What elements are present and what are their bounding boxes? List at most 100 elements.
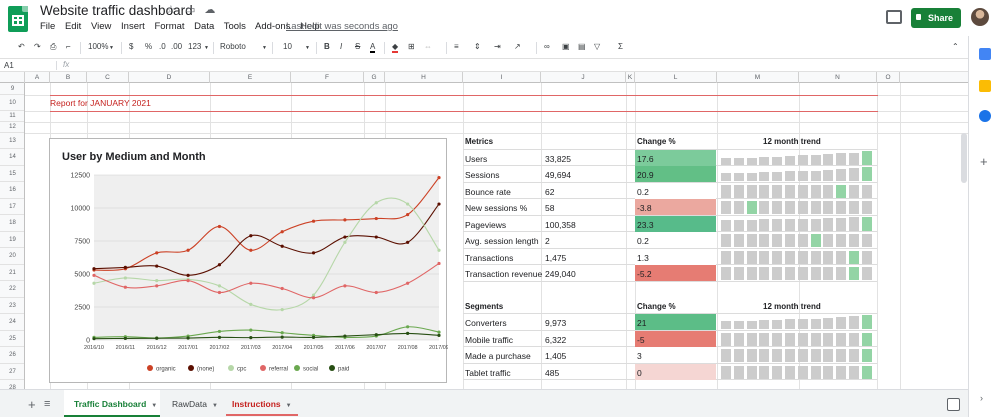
select-all-corner[interactable] — [0, 72, 25, 83]
col-header-i[interactable]: I — [463, 72, 541, 83]
table-row[interactable]: Pageviews 100,358 23.3 — [463, 215, 877, 232]
currency-button[interactable]: $ — [129, 42, 133, 51]
row-header[interactable]: 19 — [0, 232, 24, 248]
sheet-grid[interactable]: Report for JANUARY 2021 User by Medium a… — [25, 83, 968, 389]
menu-edit[interactable]: Edit — [65, 21, 81, 32]
horizontal-align-icon[interactable]: ≡ — [454, 42, 459, 51]
menu-insert[interactable]: Insert — [121, 21, 145, 32]
row-header[interactable]: 11 — [0, 111, 24, 122]
functions-icon[interactable]: Σ — [618, 42, 623, 51]
row-header[interactable]: 23 — [0, 298, 24, 314]
col-header-j[interactable]: J — [541, 72, 626, 83]
row-header[interactable]: 10 — [0, 95, 24, 111]
row-header[interactable]: 28 — [0, 380, 24, 389]
tab-chevron-down-icon[interactable]: ▼ — [286, 403, 292, 409]
col-header-e[interactable]: E — [210, 72, 291, 83]
menu-file[interactable]: File — [40, 21, 55, 32]
row-header[interactable]: 17 — [0, 199, 24, 215]
text-rotation-icon[interactable]: ↗ — [514, 42, 521, 51]
row-header[interactable]: 14 — [0, 149, 24, 166]
menu-format[interactable]: Format — [154, 21, 184, 32]
row-header[interactable]: 9 — [0, 83, 24, 95]
calendar-icon[interactable] — [979, 48, 991, 60]
table-row[interactable]: Users 33,825 17.6 — [463, 149, 877, 166]
menu-view[interactable]: View — [91, 21, 111, 32]
table-row[interactable]: Transactions 1,475 1.3 — [463, 248, 877, 265]
col-header-g[interactable]: G — [364, 72, 385, 83]
text-wrap-icon[interactable]: ⇥ — [494, 42, 501, 51]
show-side-panel-chevron-icon[interactable]: › — [980, 393, 983, 403]
row-header[interactable]: 25 — [0, 331, 24, 347]
row-header[interactable]: 27 — [0, 364, 24, 380]
filter-icon[interactable]: ▽ — [594, 42, 600, 51]
avatar[interactable] — [971, 8, 989, 26]
bold-button[interactable]: B — [324, 42, 330, 51]
col-header-b[interactable]: B — [50, 72, 87, 83]
percent-button[interactable]: % — [145, 42, 152, 51]
all-sheets-menu-icon[interactable]: ≡ — [44, 398, 50, 410]
table-row[interactable]: Sessions 49,694 20.9 — [463, 166, 877, 183]
undo-icon[interactable]: ↶ — [18, 42, 25, 51]
row-header[interactable]: 24 — [0, 314, 24, 331]
print-icon[interactable]: ⎙ — [50, 42, 56, 52]
table-row[interactable]: Avg. session length 2 0.2 — [463, 232, 877, 249]
row-header[interactable]: 21 — [0, 265, 24, 281]
tasks-icon[interactable] — [979, 110, 991, 122]
col-header-c[interactable]: C — [87, 72, 129, 83]
table-row[interactable]: Mobile traffic 6,322 -5 — [463, 330, 877, 347]
col-header-k[interactable]: K — [626, 72, 635, 83]
zoom-chevron-down-icon[interactable]: ▼ — [109, 45, 114, 51]
decimal-increase-button[interactable]: .00 — [171, 42, 182, 51]
formats-chevron-down-icon[interactable]: ▼ — [204, 45, 209, 51]
col-header-m[interactable]: M — [717, 72, 799, 83]
insert-link-icon[interactable]: ∞ — [544, 42, 550, 51]
row-header[interactable]: 18 — [0, 215, 24, 232]
share-button[interactable]: Share — [911, 8, 961, 28]
vertical-scrollbar[interactable] — [961, 133, 967, 183]
last-edit-link[interactable]: Last edit was seconds ago — [286, 21, 398, 32]
menu-data[interactable]: Data — [194, 21, 214, 32]
add-on-plus-icon[interactable]: + — [980, 154, 988, 169]
chart-user-by-medium[interactable]: User by Medium and Month 12500 10000 7500 50… — [49, 138, 448, 383]
borders-icon[interactable]: ⊞ — [408, 42, 415, 51]
row-header[interactable]: 22 — [0, 281, 24, 298]
row-header[interactable]: 26 — [0, 347, 24, 364]
sheets-logo-icon[interactable] — [8, 6, 28, 32]
explore-icon[interactable] — [947, 398, 960, 411]
vertical-align-icon[interactable]: ⇕ — [474, 42, 481, 51]
table-row[interactable]: Bounce rate 62 0.2 — [463, 182, 877, 199]
row-header[interactable]: 15 — [0, 166, 24, 182]
col-header-o[interactable]: O — [877, 72, 900, 83]
add-sheet-icon[interactable]: + — [28, 397, 36, 412]
more-formats-button[interactable]: 123 — [188, 42, 201, 51]
row-header[interactable]: 13 — [0, 133, 24, 149]
tab-rawdata[interactable]: RawData ▼ — [164, 390, 220, 417]
row-header[interactable]: 16 — [0, 182, 24, 199]
tab-chevron-down-icon[interactable]: ▼ — [212, 403, 218, 409]
insert-comment-icon[interactable]: ▣ — [562, 42, 570, 51]
strikethrough-button[interactable]: S — [355, 42, 360, 51]
decimal-decrease-button[interactable]: .0 — [159, 42, 166, 51]
font-chevron-down-icon[interactable]: ▼ — [262, 45, 267, 51]
table-row[interactable]: Tablet traffic 485 0 — [463, 363, 877, 380]
tab-instructions[interactable]: Instructions ▼ — [224, 390, 300, 417]
redo-icon[interactable]: ↷ — [34, 42, 41, 51]
paint-format-icon[interactable]: ⌐ — [66, 42, 71, 51]
table-row[interactable]: Transaction revenue 249,040 -5.2 — [463, 265, 877, 282]
folder-icon[interactable]: ▭ — [185, 4, 195, 16]
tab-traffic-dashboard[interactable]: Traffic Dashboard ▼ — [64, 390, 160, 417]
fill-color-icon[interactable]: ◆ — [392, 42, 399, 53]
table-row[interactable]: New sessions % 58 -3.8 — [463, 199, 877, 216]
col-header-d[interactable]: D — [129, 72, 210, 83]
table-row[interactable]: Converters 9,973 21 — [463, 314, 877, 331]
text-color-button[interactable]: A — [370, 42, 376, 53]
collapse-menus-chevron-up-icon[interactable]: ⌃ — [952, 42, 959, 51]
row-header[interactable]: 12 — [0, 122, 24, 133]
font-size-select[interactable]: 10 — [283, 42, 292, 51]
zoom-select[interactable]: 100% — [88, 42, 108, 51]
merge-cells-icon[interactable]: ⇔ — [424, 42, 432, 51]
menu-tools[interactable]: Tools — [224, 21, 246, 32]
keep-icon[interactable] — [979, 80, 991, 92]
col-header-a[interactable]: A — [25, 72, 50, 83]
cloud-icon[interactable]: ☁ — [204, 4, 215, 16]
